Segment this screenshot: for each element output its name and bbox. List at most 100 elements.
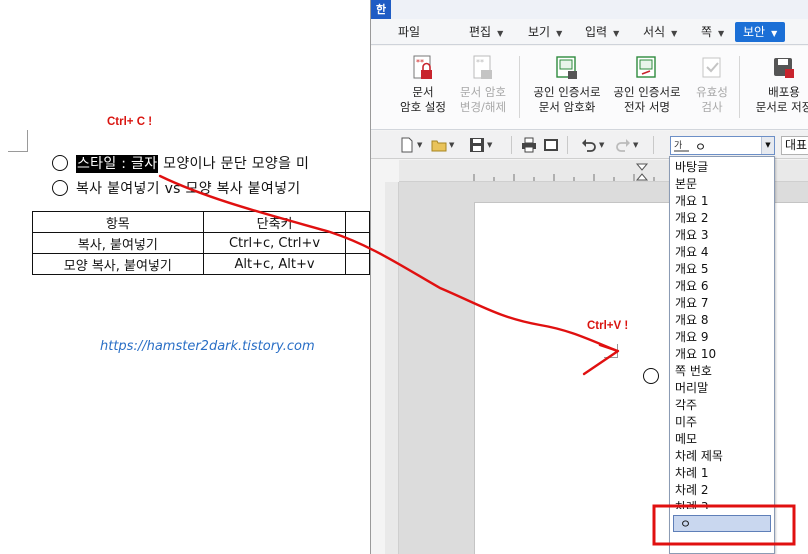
ribbon-label: 전자 서명	[624, 100, 670, 114]
save-distribution-button[interactable]: 배포용 문서로 저장	[749, 54, 808, 115]
style-list-item[interactable]: 개요 6	[675, 278, 709, 295]
ribbon-label: 문서 암호	[460, 85, 506, 99]
table-cell: Ctrl+c, Ctrl+v	[202, 232, 347, 254]
cert-encrypt-button[interactable]: 공인 인증서로 문서 암호화	[527, 54, 607, 115]
style-list-item[interactable]: 개요 1	[675, 193, 709, 210]
menu-format[interactable]: 서식 ▼	[643, 23, 677, 41]
menu-view[interactable]: 보기 ▼	[528, 23, 562, 41]
dropdown-arrow-icon: ▼	[718, 29, 725, 38]
style-list-item[interactable]: 개요 10	[675, 346, 716, 363]
svg-text:**: **	[476, 58, 484, 67]
menu-insert[interactable]: 입력 ▼	[585, 23, 619, 41]
style-combobox[interactable]: 가 ㅇ ▼	[670, 136, 775, 155]
table-header-cell	[345, 211, 370, 233]
style-list-item-selected[interactable]: ㅇ	[673, 515, 771, 532]
menu-label: 편집	[469, 25, 492, 39]
style-list-item[interactable]: 개요 4	[675, 244, 709, 261]
validate-icon	[702, 57, 721, 78]
style-list-item[interactable]: 메모	[675, 431, 697, 448]
paste-annotation: Ctrl+V !	[587, 320, 629, 332]
style-list-item[interactable]: 개요 8	[675, 312, 709, 329]
copy-annotation: Ctrl+ C !	[107, 116, 153, 128]
style-list-item[interactable]: 머리말	[675, 380, 708, 397]
line-text: 모양이나 문단 모양을 미	[158, 156, 310, 172]
doc-line-copy-paste[interactable]: 복사 붙여넣기 vs 모양 복사 붙여넣기	[52, 178, 300, 198]
table-cell: 모양 복사, 붙여넣기	[32, 253, 204, 275]
ribbon-separator	[519, 56, 520, 118]
menu-label: 쪽	[701, 25, 713, 39]
style-dropdown-list[interactable]: 바탕글 본문 개요 1 개요 2 개요 3 개요 4 개요 5 개요 6 개요 …	[669, 156, 775, 554]
style-list-item[interactable]: 각주	[675, 397, 697, 414]
cert-sign-button[interactable]: 공인 인증서로 전자 서명	[607, 54, 687, 115]
style-list-item[interactable]: 개요 7	[675, 295, 709, 312]
dropdown-arrow-icon: ▼	[556, 29, 563, 38]
blog-url[interactable]: https://hamster2dark.tistory.com	[100, 339, 315, 354]
font-combobox[interactable]: 대표	[781, 136, 808, 155]
svg-text:가: 가	[674, 140, 682, 151]
dropdown-arrow-icon[interactable]: ▼	[417, 141, 422, 149]
source-document: Ctrl+ C ! 스타일 : 글자 모양이나 문단 모양을 미 복사 붙여넣기…	[0, 0, 370, 554]
undo-icon[interactable]	[581, 137, 597, 153]
menu-security[interactable]: 보안 ▼	[735, 22, 786, 42]
page-corner-mark	[8, 130, 28, 152]
menu-file[interactable]: 파일	[398, 23, 420, 41]
menu-bar: 파일 편집 ▼ 보기 ▼ 입력 ▼ 서식 ▼ 쪽 ▼ 보안 ▼	[371, 19, 808, 45]
style-list-item[interactable]: 쪽 번호	[675, 363, 712, 380]
style-list-item[interactable]: 바탕글	[675, 159, 708, 176]
app-logo-icon[interactable]: 한	[371, 0, 391, 19]
validate-button[interactable]: 유효성 검사	[687, 54, 737, 115]
style-list-item[interactable]: 차례 3	[675, 499, 709, 509]
style-list-item[interactable]: 차례 1	[675, 465, 709, 482]
save-icon[interactable]	[469, 137, 485, 153]
style-list-item[interactable]: 개요 3	[675, 227, 709, 244]
vertical-ruler[interactable]	[385, 182, 399, 554]
copy-icon[interactable]	[543, 137, 559, 153]
dropdown-arrow-icon: ▼	[613, 29, 620, 38]
change-password-button[interactable]: ** 문서 암호 변경/해제	[451, 54, 515, 115]
pasted-circle-icon	[643, 368, 659, 384]
menu-label: 서식	[643, 25, 666, 39]
style-list-item[interactable]: 개요 2	[675, 210, 709, 227]
style-list-item[interactable]: 본문	[675, 176, 697, 193]
table-cell	[345, 253, 370, 275]
style-list-item[interactable]: 개요 9	[675, 329, 709, 346]
ribbon-label: 검사	[701, 100, 723, 114]
menu-edit[interactable]: 편집 ▼	[469, 23, 503, 41]
toolbar-separator	[653, 136, 654, 154]
table-header-cell: 항목	[32, 211, 204, 233]
redo-icon[interactable]	[615, 137, 631, 153]
dropdown-arrow-icon[interactable]: ▼	[761, 137, 774, 154]
dropdown-arrow-icon: ▼	[771, 29, 778, 38]
print-icon[interactable]	[521, 137, 537, 153]
menu-label: 입력	[585, 25, 608, 39]
set-password-button[interactable]: ** 문서 암호 설정	[391, 54, 455, 115]
ribbon-label: 문서로 저장	[755, 100, 808, 114]
toolbar-separator	[567, 136, 568, 154]
selected-text[interactable]: 스타일 : 글자	[76, 155, 159, 173]
ribbon-label: 공인 인증서로	[533, 85, 601, 99]
menu-page[interactable]: 쪽 ▼	[701, 23, 724, 41]
dropdown-arrow-icon[interactable]: ▼	[449, 141, 454, 149]
style-list-item[interactable]: 차례 2	[675, 482, 709, 499]
style-list-item[interactable]: 차례 제목	[675, 448, 723, 465]
doc-line-style[interactable]: 스타일 : 글자 모양이나 문단 모양을 미	[52, 153, 309, 173]
style-list-item[interactable]: 미주	[675, 414, 697, 431]
style-list-item[interactable]: 개요 5	[675, 261, 709, 278]
dropdown-arrow-icon[interactable]: ▼	[599, 141, 604, 149]
dropdown-arrow-icon[interactable]: ▼	[633, 141, 638, 149]
shortcut-table: 항목 단축키 복사, 붙여넣기 Ctrl+c, Ctrl+v 모양 복사, 붙여…	[32, 211, 370, 275]
line-text: 복사 붙여넣기 vs 모양 복사 붙여넣기	[76, 181, 301, 197]
table-row: 복사, 붙여넣기 Ctrl+c, Ctrl+v	[32, 232, 370, 254]
ribbon-label: 유효성	[696, 85, 728, 99]
dropdown-arrow-icon: ▼	[497, 29, 504, 38]
lock-change-icon: **	[473, 55, 492, 79]
new-document-icon[interactable]	[399, 137, 415, 153]
dropdown-arrow-icon[interactable]: ▼	[487, 141, 492, 149]
open-folder-icon[interactable]	[431, 137, 447, 153]
menu-label: 파일	[398, 25, 421, 39]
style-value: ㅇ	[695, 140, 707, 154]
menu-label: 보기	[528, 25, 551, 39]
ribbon-label: 문서	[412, 85, 434, 99]
distribute-save-icon	[774, 58, 794, 78]
ribbon-label: 배포용	[768, 85, 800, 99]
